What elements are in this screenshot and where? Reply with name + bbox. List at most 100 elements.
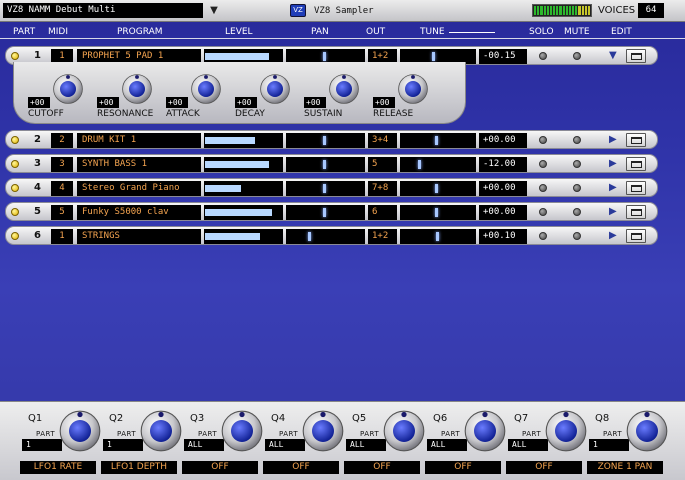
- rotary-knob[interactable]: [397, 73, 429, 105]
- expand-arrow-icon[interactable]: ▶: [609, 206, 617, 218]
- output-field[interactable]: 6: [368, 205, 397, 220]
- program-name-field[interactable]: SYNTH BASS 1: [77, 157, 201, 172]
- part-select-field[interactable]: 1: [589, 439, 629, 451]
- level-slider[interactable]: [204, 157, 283, 172]
- quick-control-knob[interactable]: [463, 409, 507, 453]
- solo-button[interactable]: [539, 184, 547, 192]
- mute-button[interactable]: [573, 184, 581, 192]
- quick-control-knob[interactable]: [544, 409, 588, 453]
- program-name-field[interactable]: Funky S5000 clav: [77, 205, 201, 220]
- multi-name-field[interactable]: VZ8 NAMM Debut Multi: [3, 3, 203, 18]
- tune-value-field[interactable]: +00.00: [479, 181, 527, 196]
- tune-slider[interactable]: [400, 205, 476, 220]
- output-field[interactable]: 7+8: [368, 181, 397, 196]
- program-name-field[interactable]: STRINGS: [77, 229, 201, 244]
- mute-button[interactable]: [573, 160, 581, 168]
- edit-folder-button[interactable]: [626, 133, 646, 147]
- part-select-field[interactable]: ALL: [184, 439, 224, 451]
- part-select-field[interactable]: ALL: [265, 439, 305, 451]
- expand-arrow-icon[interactable]: ▶: [609, 134, 617, 146]
- rotary-knob[interactable]: [328, 73, 360, 105]
- solo-button[interactable]: [539, 232, 547, 240]
- midi-channel-field[interactable]: 5: [51, 205, 73, 220]
- rotary-knob[interactable]: [52, 73, 84, 105]
- part-led-indicator[interactable]: [11, 184, 19, 192]
- mute-button[interactable]: [573, 136, 581, 144]
- solo-button[interactable]: [539, 52, 547, 60]
- quick-control-knob[interactable]: [301, 409, 345, 453]
- expand-arrow-icon[interactable]: ▶: [609, 158, 617, 170]
- part-select-field[interactable]: ALL: [427, 439, 467, 451]
- midi-channel-field[interactable]: 4: [51, 181, 73, 196]
- assignment-label[interactable]: LFO1 RATE: [20, 461, 96, 474]
- part-select-field[interactable]: 1: [103, 439, 143, 451]
- knob-value[interactable]: +00: [97, 97, 119, 108]
- pan-slider[interactable]: [286, 157, 365, 172]
- knob-value[interactable]: +00: [28, 97, 50, 108]
- tune-value-field[interactable]: +00.10: [479, 229, 527, 244]
- output-field[interactable]: 5: [368, 157, 397, 172]
- solo-button[interactable]: [539, 136, 547, 144]
- edit-folder-button[interactable]: [626, 181, 646, 195]
- solo-button[interactable]: [539, 208, 547, 216]
- rotary-knob[interactable]: [190, 73, 222, 105]
- expand-arrow-icon[interactable]: ▶: [609, 230, 617, 242]
- edit-folder-button[interactable]: [626, 205, 646, 219]
- knob-value[interactable]: +00: [235, 97, 257, 108]
- program-name-field[interactable]: DRUM KIT 1: [77, 133, 201, 148]
- expand-arrow-icon[interactable]: ▼: [609, 50, 617, 62]
- assignment-label[interactable]: OFF: [182, 461, 258, 474]
- quick-control-knob[interactable]: [139, 409, 183, 453]
- output-field[interactable]: 3+4: [368, 133, 397, 148]
- part-led-indicator[interactable]: [11, 160, 19, 168]
- part-led-indicator[interactable]: [11, 232, 19, 240]
- assignment-label[interactable]: ZONE 1 PAN: [587, 461, 663, 474]
- knob-value[interactable]: +00: [304, 97, 326, 108]
- knob-value[interactable]: +00: [373, 97, 395, 108]
- midi-channel-field[interactable]: 2: [51, 133, 73, 148]
- edit-folder-button[interactable]: [626, 49, 646, 63]
- quick-control-knob[interactable]: [220, 409, 264, 453]
- part-select-field[interactable]: ALL: [508, 439, 548, 451]
- part-led-indicator[interactable]: [11, 52, 19, 60]
- tune-value-field[interactable]: -12.00: [479, 157, 527, 172]
- edit-folder-button[interactable]: [626, 229, 646, 243]
- tune-slider[interactable]: [400, 133, 476, 148]
- level-slider[interactable]: [204, 205, 283, 220]
- assignment-label[interactable]: OFF: [425, 461, 501, 474]
- assignment-label[interactable]: LFO1 DEPTH: [101, 461, 177, 474]
- program-name-field[interactable]: Stereo Grand Piano: [77, 181, 201, 196]
- pan-slider[interactable]: [286, 181, 365, 196]
- assignment-label[interactable]: OFF: [344, 461, 420, 474]
- part-select-field[interactable]: 1: [22, 439, 62, 451]
- level-slider[interactable]: [204, 181, 283, 196]
- output-field[interactable]: 1+2: [368, 229, 397, 244]
- mute-button[interactable]: [573, 232, 581, 240]
- level-slider[interactable]: [204, 229, 283, 244]
- level-slider[interactable]: [204, 133, 283, 148]
- edit-folder-button[interactable]: [626, 157, 646, 171]
- quick-control-knob[interactable]: [625, 409, 669, 453]
- part-select-field[interactable]: ALL: [346, 439, 386, 451]
- tune-slider[interactable]: [400, 181, 476, 196]
- knob-value[interactable]: +00: [166, 97, 188, 108]
- quick-control-knob[interactable]: [382, 409, 426, 453]
- pan-slider[interactable]: [286, 229, 365, 244]
- tune-slider[interactable]: [400, 157, 476, 172]
- pan-slider[interactable]: [286, 205, 365, 220]
- assignment-label[interactable]: OFF: [263, 461, 339, 474]
- rotary-knob[interactable]: [121, 73, 153, 105]
- mute-button[interactable]: [573, 52, 581, 60]
- midi-channel-field[interactable]: 1: [51, 229, 73, 244]
- tune-value-field[interactable]: -00.15: [479, 49, 527, 64]
- pan-slider[interactable]: [286, 133, 365, 148]
- midi-channel-field[interactable]: 3: [51, 157, 73, 172]
- part-led-indicator[interactable]: [11, 208, 19, 216]
- expand-arrow-icon[interactable]: ▶: [609, 182, 617, 194]
- tune-slider[interactable]: [400, 229, 476, 244]
- mute-button[interactable]: [573, 208, 581, 216]
- quick-control-knob[interactable]: [58, 409, 102, 453]
- multi-dropdown-icon[interactable]: ▼: [205, 3, 223, 18]
- tune-value-field[interactable]: +00.00: [479, 205, 527, 220]
- part-led-indicator[interactable]: [11, 136, 19, 144]
